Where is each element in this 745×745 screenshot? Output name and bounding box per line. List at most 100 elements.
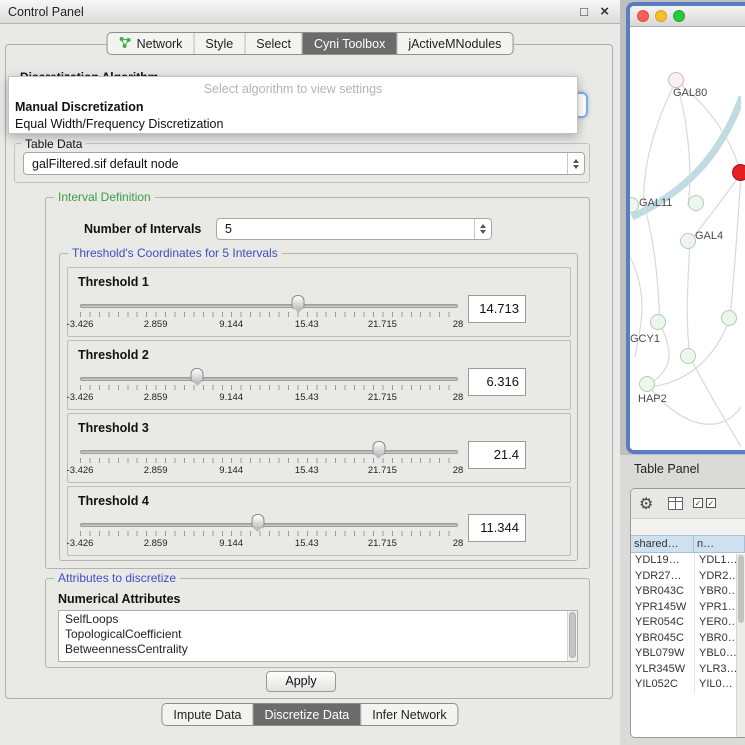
close-traffic-light-icon[interactable] <box>637 10 649 22</box>
interval-definition-title: Interval Definition <box>54 190 155 204</box>
scale-label: -3.426 <box>67 319 94 330</box>
table-row[interactable]: YDR27…YDR2… <box>631 569 745 585</box>
scale-label: 21.715 <box>368 392 397 403</box>
scale-label: 28 <box>453 319 464 330</box>
columns-icon[interactable] <box>668 497 683 510</box>
column-header[interactable]: n… <box>694 535 745 553</box>
close-icon[interactable]: × <box>600 3 609 20</box>
list-item[interactable]: SelfLoops <box>59 611 577 626</box>
table-data-combobox[interactable]: galFiltered.sif default node <box>23 152 585 175</box>
network-node[interactable] <box>650 314 666 330</box>
table-row[interactable]: YBR045CYBR0… <box>631 631 745 647</box>
number-of-intervals-combobox[interactable]: 5 <box>216 218 492 240</box>
node-label: GCY1 <box>630 333 660 345</box>
control-panel-titlebar: Control Panel □ × <box>0 0 620 24</box>
threshold-slider[interactable]: -3.426 2.859 9.144 15.43 21.715 28 <box>80 440 458 482</box>
list-item[interactable]: TopologicalCoefficient <box>59 626 577 641</box>
table-panel-window: ⚙ ✓ ✓ shared… n… YDL19…YDL1… YDR27…YDR2…… <box>630 488 745 738</box>
table-row[interactable]: YLR345WYLR3… <box>631 662 745 678</box>
apply-button[interactable]: Apply <box>266 671 336 692</box>
tab-network[interactable]: Network <box>108 33 194 54</box>
scale-label: 28 <box>453 392 464 403</box>
scale-label: 15.43 <box>295 465 319 476</box>
thresholds-group-title: Threshold's Coordinates for 5 Intervals <box>68 246 282 260</box>
minimize-traffic-light-icon[interactable] <box>655 10 667 22</box>
table-row[interactable]: YIL052CYIL0… <box>631 677 745 693</box>
cell[interactable]: YBL079W <box>631 646 694 662</box>
slider-track[interactable] <box>80 304 458 308</box>
threshold-label: Threshold 1 <box>78 275 149 289</box>
threshold-value-field[interactable]: 21.4 <box>468 441 526 469</box>
control-panel: Control Panel □ × Network Style Select C… <box>0 0 620 745</box>
table-row[interactable]: YBL079WYBL0… <box>631 646 745 662</box>
slider-track[interactable] <box>80 377 458 381</box>
scrollbar[interactable] <box>736 554 745 737</box>
gear-icon[interactable]: ⚙ <box>639 494 653 514</box>
slider-thumb[interactable] <box>292 295 305 309</box>
tab-infer-network[interactable]: Infer Network <box>360 704 457 725</box>
tab-cyni-toolbox[interactable]: Cyni Toolbox <box>302 33 396 54</box>
scrollbar-thumb[interactable] <box>738 555 744 623</box>
dropdown-option-equal-width-frequency[interactable]: Equal Width/Frequency Discretization <box>15 117 223 131</box>
stepper-icon[interactable] <box>474 219 491 239</box>
tab-jactivemnodules[interactable]: jActiveMNodules <box>396 33 512 54</box>
network-window-titlebar[interactable] <box>630 6 745 27</box>
cell[interactable]: YDR27… <box>631 569 694 585</box>
cell[interactable]: YIL052C <box>631 677 694 693</box>
table-row[interactable]: YER054CYER0… <box>631 615 745 631</box>
slider-thumb[interactable] <box>372 441 385 455</box>
scrollbar-thumb[interactable] <box>569 612 576 658</box>
threshold-value-field[interactable]: 11.344 <box>468 514 526 542</box>
tab-label: Style <box>205 37 233 51</box>
panel-title: Control Panel <box>8 5 84 19</box>
threshold-value-field[interactable]: 14.713 <box>468 295 526 323</box>
threshold-value-field[interactable]: 6.316 <box>468 368 526 396</box>
threshold-slider[interactable]: -3.426 2.859 9.144 15.43 21.715 28 <box>80 367 458 409</box>
network-canvas[interactable]: GAL80 GAL11 GAL4 GCY1 HAP2 <box>630 27 741 453</box>
threshold-slider[interactable]: -3.426 2.859 9.144 15.43 21.715 28 <box>80 294 458 336</box>
scale-label: 2.859 <box>144 392 168 403</box>
network-node[interactable] <box>688 195 704 211</box>
table-row[interactable]: YPR145WYPR1… <box>631 600 745 616</box>
network-node[interactable] <box>680 233 696 249</box>
network-node[interactable] <box>680 348 696 364</box>
select-all-icon[interactable]: ✓ <box>693 498 703 508</box>
attributes-list[interactable]: SelfLoops TopologicalCoefficient Between… <box>58 610 578 662</box>
list-item[interactable]: BetweennessCentrality <box>59 641 577 656</box>
scale-label: 21.715 <box>368 465 397 476</box>
tab-discretize-data[interactable]: Discretize Data <box>253 704 361 725</box>
cell[interactable]: YLR345W <box>631 662 694 678</box>
cell[interactable]: YER054C <box>631 615 694 631</box>
cell[interactable]: YDL19… <box>631 553 694 569</box>
zoom-traffic-light-icon[interactable] <box>673 10 685 22</box>
column-header[interactable]: shared… <box>631 535 694 553</box>
tab-select[interactable]: Select <box>244 33 302 54</box>
slider-thumb[interactable] <box>251 514 264 528</box>
cell[interactable]: YBR043C <box>631 584 694 600</box>
scrollbar[interactable] <box>567 611 577 661</box>
slider-thumb[interactable] <box>191 368 204 382</box>
cell[interactable]: YPR145W <box>631 600 694 616</box>
table-row[interactable]: YBR043CYBR0… <box>631 584 745 600</box>
network-node-selected[interactable] <box>732 164 745 181</box>
tab-label: Network <box>137 37 183 51</box>
tab-style[interactable]: Style <box>193 33 244 54</box>
dropdown-option-manual-discretization[interactable]: Manual Discretization <box>15 100 144 114</box>
cell[interactable]: YBR045C <box>631 631 694 647</box>
network-node[interactable] <box>668 72 684 88</box>
select-column-icon[interactable]: ✓ <box>706 498 716 508</box>
table-row[interactable]: YDL19…YDL1… <box>631 553 745 569</box>
threshold-label: Threshold 4 <box>78 494 149 508</box>
top-tab-bar: Network Style Select Cyni Toolbox jActiv… <box>107 32 514 55</box>
dropdown-placeholder: Select algorithm to view settings <box>9 82 577 96</box>
network-node[interactable] <box>639 376 655 392</box>
network-node[interactable] <box>721 310 737 326</box>
stepper-icon[interactable] <box>567 153 584 174</box>
float-window-icon[interactable]: □ <box>580 4 588 19</box>
slider-ticks <box>80 385 458 390</box>
scale-label: 15.43 <box>295 538 319 549</box>
threshold-slider[interactable]: -3.426 2.859 9.144 15.43 21.715 28 <box>80 513 458 555</box>
slider-track[interactable] <box>80 450 458 454</box>
slider-track[interactable] <box>80 523 458 527</box>
tab-impute-data[interactable]: Impute Data <box>162 704 252 725</box>
